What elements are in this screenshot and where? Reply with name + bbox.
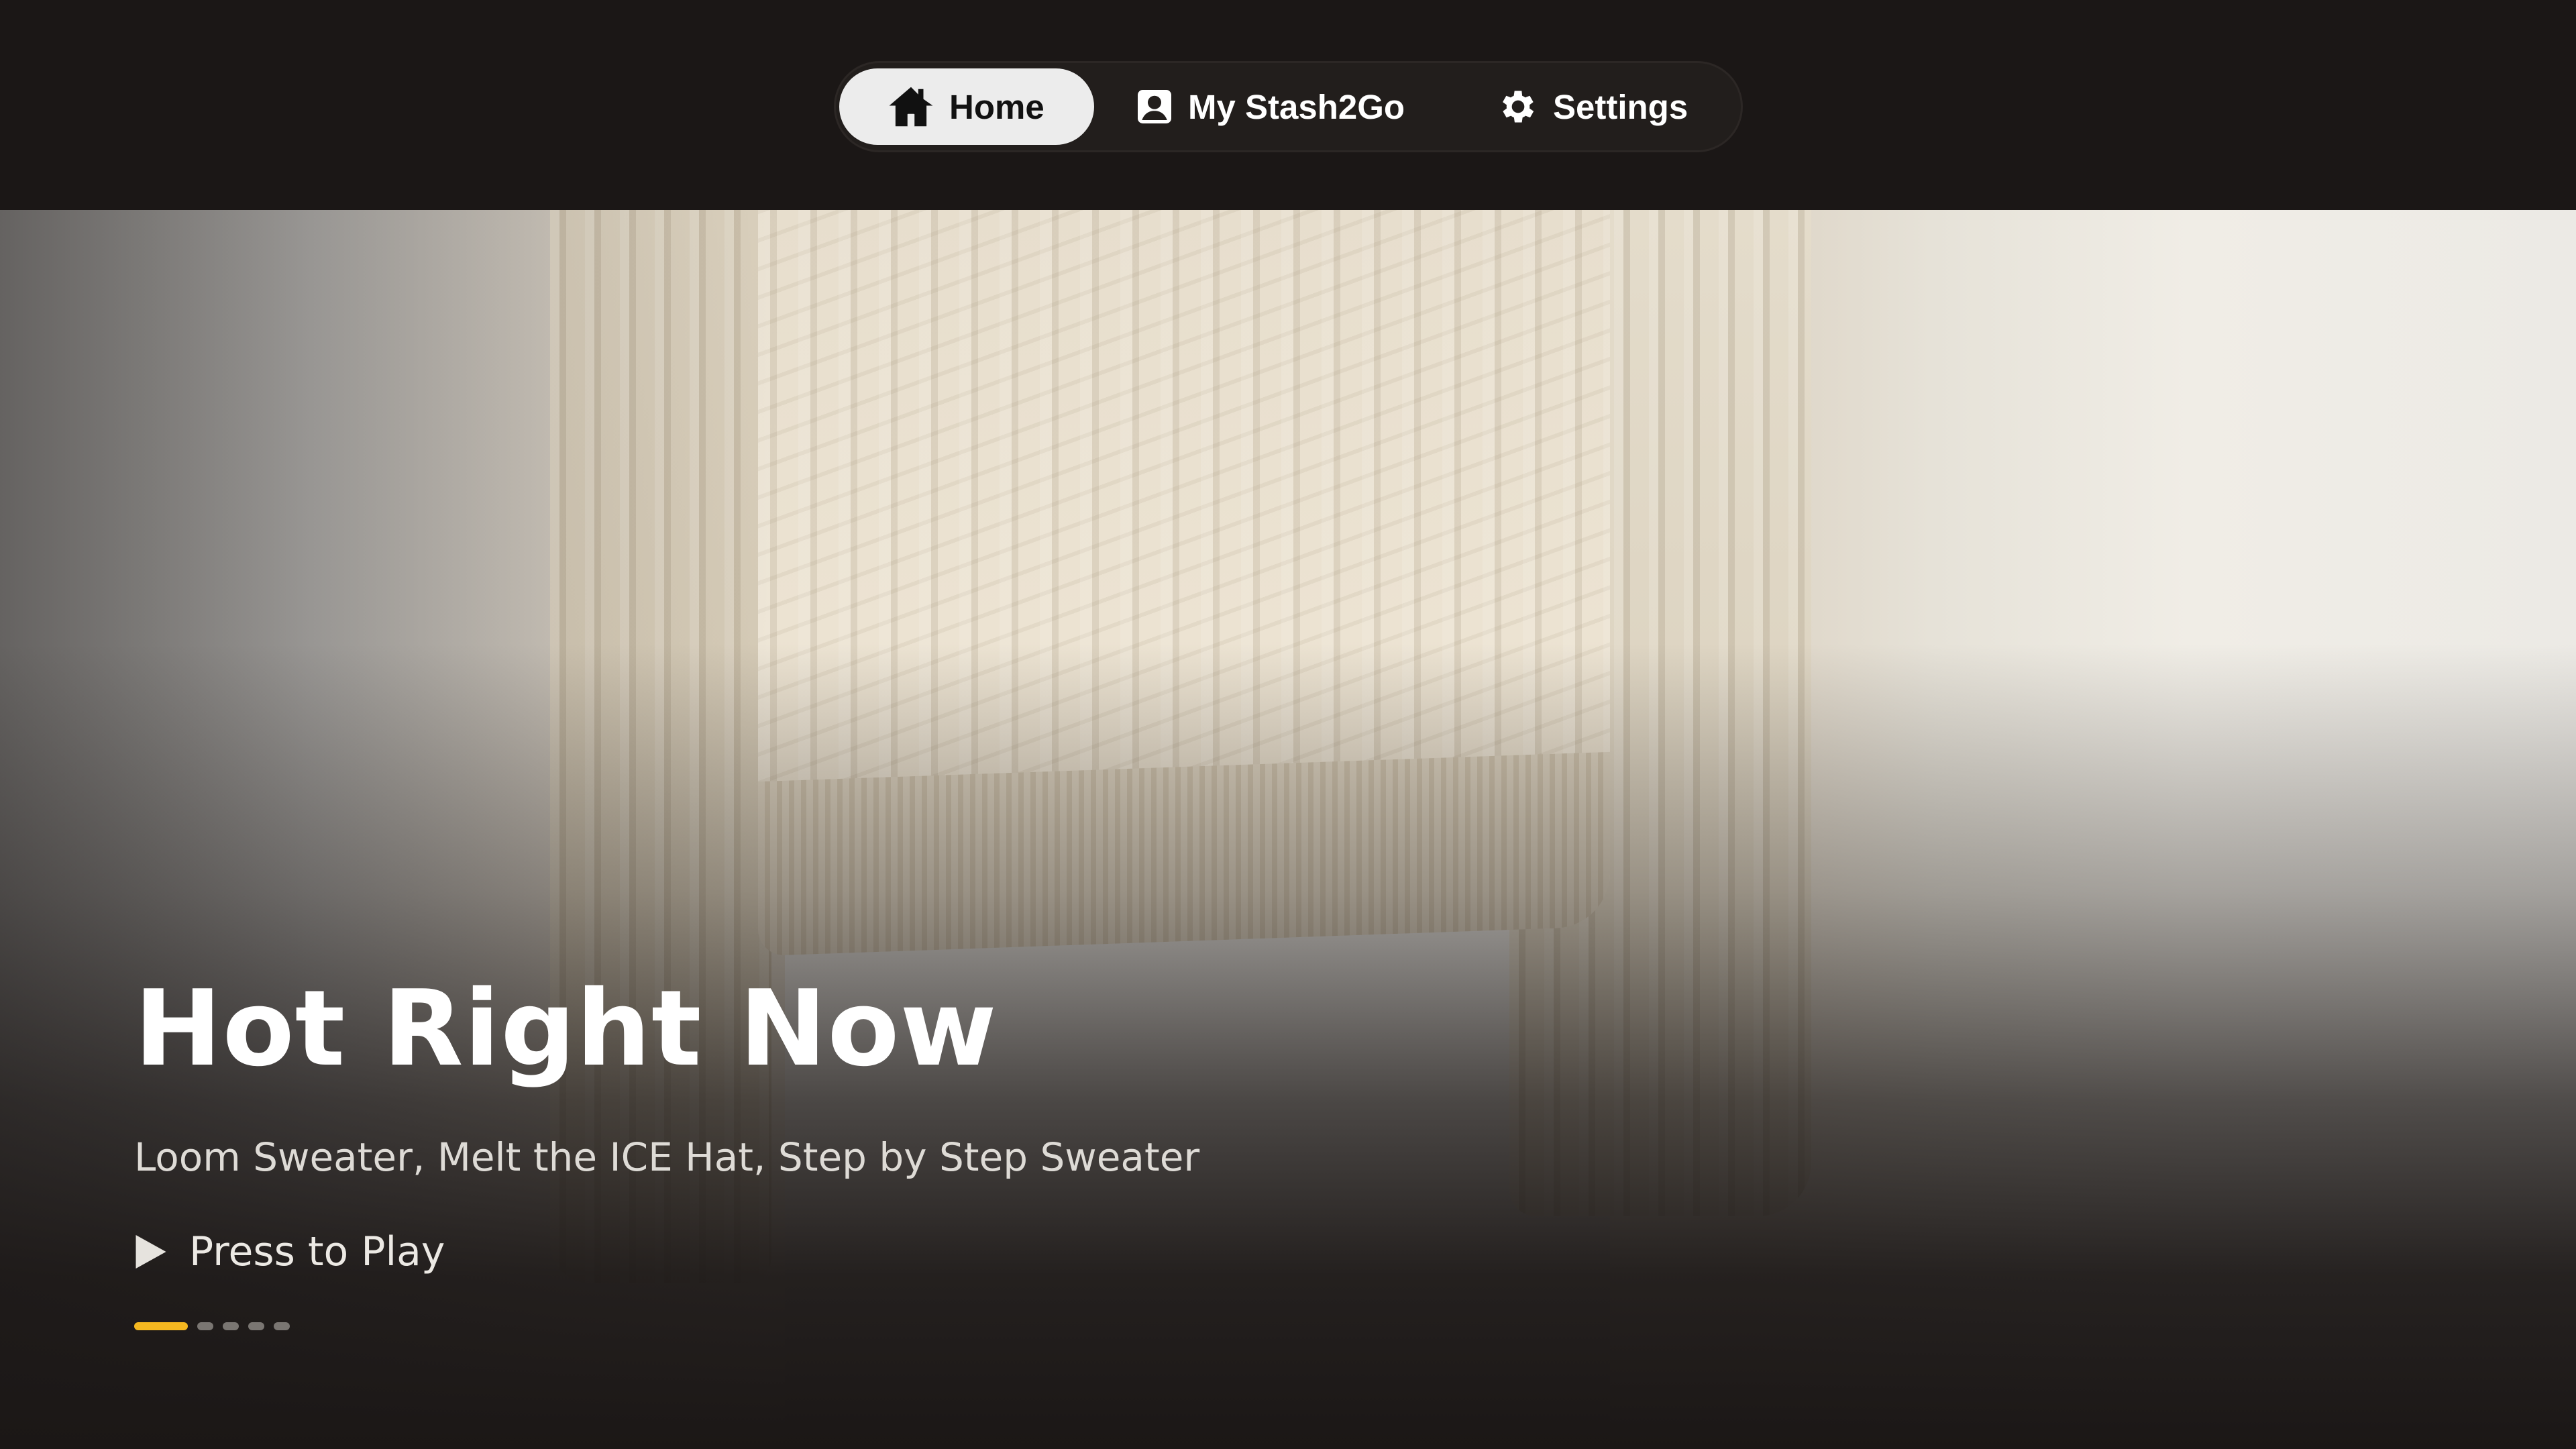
top-bar: Home My Stash2Go Settings [0, 0, 2576, 210]
nav-settings-tab[interactable]: Settings [1497, 68, 1725, 145]
carousel-dot-2[interactable] [197, 1322, 213, 1330]
hero-title: Hot Right Now [134, 967, 998, 1089]
nav-home-tab[interactable]: Home [839, 68, 1094, 145]
play-icon [134, 1233, 168, 1271]
nav-settings-label: Settings [1553, 87, 1688, 126]
nav-my-stash2go-label: My Stash2Go [1188, 87, 1405, 126]
nav-home-label: Home [949, 87, 1044, 126]
carousel-indicators [134, 1322, 1744, 1330]
carousel-dot-3[interactable] [223, 1322, 239, 1330]
profile-icon [1134, 87, 1175, 127]
gear-icon [1497, 85, 1540, 128]
carousel-dot-1[interactable] [134, 1322, 188, 1330]
home-icon [886, 82, 936, 131]
carousel-dot-4[interactable] [248, 1322, 264, 1330]
hero-subtitle: Loom Sweater, Melt the ICE Hat, Step by … [134, 1134, 1200, 1180]
press-to-play-label: Press to Play [189, 1228, 445, 1275]
hero-banner[interactable]: Hot Right Now Loom Sweater, Melt the ICE… [0, 210, 2576, 1449]
carousel-dot-5[interactable] [274, 1322, 290, 1330]
nav-my-stash2go-tab[interactable]: My Stash2Go [1134, 68, 1443, 145]
press-to-play-button[interactable]: Press to Play [134, 1228, 1744, 1275]
hero-content: Hot Right Now Loom Sweater, Melt the ICE… [134, 961, 1744, 1330]
main-nav: Home My Stash2Go Settings [834, 61, 1743, 152]
